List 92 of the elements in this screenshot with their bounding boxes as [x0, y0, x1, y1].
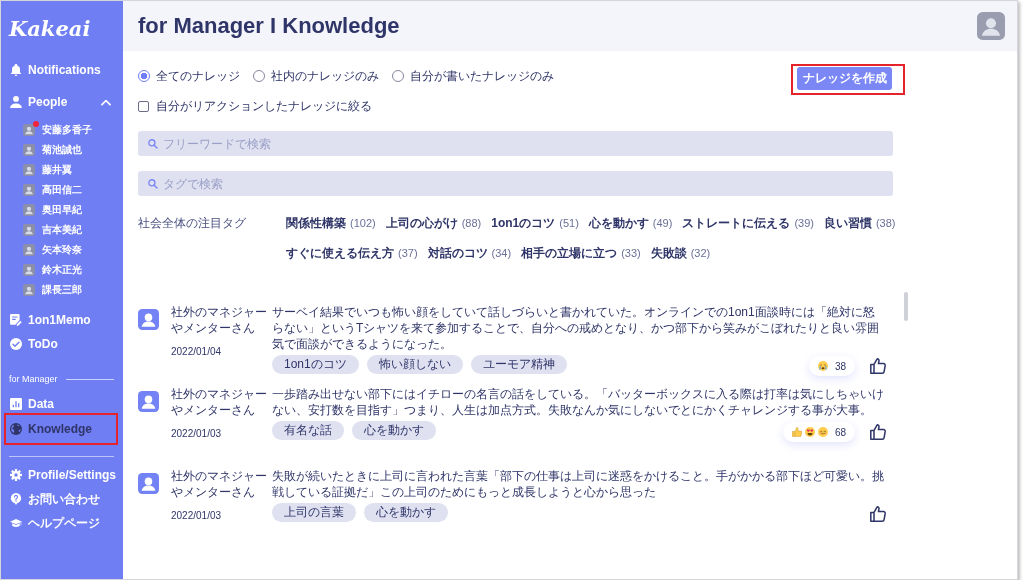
tag-link[interactable]: 関係性構築 (102) — [286, 212, 376, 234]
sidebar-item[interactable]: Notifications — [1, 58, 123, 82]
search-field[interactable]: フリーワードで検索 — [138, 131, 893, 156]
avatar-silhouette-icon — [138, 309, 159, 330]
author-name: 社外のマネジャーやメンターさん — [171, 386, 268, 418]
reaction-pill[interactable]: 68 — [782, 422, 855, 442]
member-item[interactable]: 奥田早紀 — [1, 200, 123, 220]
person-icon — [10, 96, 22, 108]
heart-eyes-face-icon — [804, 427, 815, 437]
thumbs-up-emoji-icon — [791, 427, 802, 437]
tag-chip[interactable]: ユーモア精神 — [470, 355, 567, 374]
sidebar-item[interactable]: People — [1, 90, 123, 114]
smiling-face-icon — [817, 427, 828, 437]
thumbs-up-icon[interactable] — [870, 424, 886, 440]
crying-face-icon — [817, 361, 828, 371]
avatar-silhouette-icon — [23, 144, 35, 156]
avatar-silhouette-icon — [23, 284, 35, 296]
radio-button[interactable] — [392, 70, 404, 82]
avatar-silhouette-icon — [138, 391, 159, 412]
radio-button[interactable] — [253, 70, 265, 82]
tag-chip[interactable]: 上司の言葉 — [272, 503, 356, 522]
tag-link[interactable]: 良い習慣 (38) — [823, 212, 896, 234]
sidebar-item[interactable]: Data — [1, 392, 123, 416]
chevron-icon[interactable] — [101, 98, 111, 106]
document-pen-icon — [10, 314, 22, 326]
member-item[interactable]: 菊池誠也 — [1, 140, 123, 160]
member-item[interactable]: 課長三郎 — [1, 280, 123, 300]
post-date: 2022/01/04 — [171, 345, 222, 359]
tag-chip[interactable]: 1on1のコツ — [272, 355, 359, 374]
member-item[interactable]: 矢本玲奈 — [1, 240, 123, 260]
checkbox[interactable] — [138, 100, 149, 112]
search-icon — [148, 138, 158, 149]
sidebar-item[interactable]: ヘルプページ — [1, 511, 123, 535]
member-item[interactable]: 安藤多香子 — [1, 120, 123, 140]
section-heading: for Manager — [9, 374, 58, 384]
tag-link[interactable]: ストレートに伝える (39) — [682, 212, 814, 234]
checkbox-label: 自分がリアクションしたナレッジに絞る — [156, 97, 372, 115]
knowledge-text: 失敗が続いたときに上司に言われた言葉「部下の仕事は上司に迷惑をかけること。手がかかる部下ほど可愛い。挑戦している証拠だ」この上司のためにもっと成長しようと心から思った — [272, 468, 885, 500]
thumbs-up-icon[interactable] — [870, 358, 886, 374]
avatar-silhouette-icon — [23, 164, 35, 176]
tag-chip[interactable]: 怖い顔しない — [366, 355, 463, 374]
section-label: 社会全体の注目タグ — [138, 215, 247, 232]
globe-icon — [10, 423, 22, 435]
tag-link[interactable]: 1on1のコツ (51) — [491, 212, 579, 234]
avatar-silhouette-icon — [138, 473, 159, 494]
reaction-pill[interactable]: 38 — [808, 356, 855, 376]
avatar-silhouette-icon — [23, 204, 35, 216]
tag-chip[interactable]: 有名な話 — [272, 421, 344, 440]
sidebar-item[interactable]: お問い合わせ — [1, 487, 123, 511]
member-item[interactable]: 藤井翼 — [1, 160, 123, 180]
tag-link[interactable]: 対話のコツ (34) — [427, 242, 512, 264]
radio-label: 自分が書いたナレッジのみ — [410, 67, 554, 85]
tag-link[interactable]: 上司の心がけ (88) — [385, 212, 482, 234]
page-title: for Manager I Knowledge — [138, 13, 400, 39]
tag-link[interactable]: すぐに使える伝え方 (37) — [286, 242, 418, 264]
bell-icon — [10, 64, 22, 76]
knowledge-text: 一歩踏み出せない部下にはイチローの名言の話をしている。「バッターボックスに入る際は打率は気にしちゃいけない、安打数を目指す」つまり、人生は加点方式。失敗なんか気にしないでとにかくチャレンジする事が大事。 — [272, 386, 885, 418]
bar-chart-icon — [10, 398, 22, 410]
graduation-cap-icon — [10, 517, 22, 529]
tag-chip[interactable]: 心を動かす — [364, 503, 448, 522]
avatar-silhouette-icon — [23, 264, 35, 276]
author-name: 社外のマネジャーやメンターさん — [171, 468, 268, 500]
avatar-silhouette-icon — [23, 124, 35, 136]
member-item[interactable]: 鈴木正光 — [1, 260, 123, 280]
avatar-silhouette-icon[interactable] — [976, 12, 1006, 40]
search-field[interactable]: タグで検索 — [138, 171, 893, 196]
knowledge-text: サーベイ結果でいつも怖い顔をしていて話しづらいと書かれていた。オンラインでの1on1面談時には「絶対に怒らない」というTシャツを来て参加することで、自分への戒めとなり、かつ部下から笑みがこぼれたりと良い雰囲気で面談ができるようになった。 — [272, 304, 881, 352]
tag-chip[interactable]: 心を動かす — [352, 421, 436, 440]
sidebar-item[interactable]: Profile/Settings — [1, 463, 123, 487]
avatar-silhouette-icon — [23, 224, 35, 236]
tag-link[interactable]: 相手の立場に立つ (33) — [521, 242, 641, 264]
radio-label: 社内のナレッジのみ — [271, 67, 379, 85]
scrollbar-thumb[interactable] — [904, 292, 908, 321]
help-icon — [10, 493, 22, 505]
search-icon — [148, 178, 158, 189]
radio-label: 全てのナレッジ — [156, 67, 240, 85]
thumbs-up-icon[interactable] — [870, 506, 886, 522]
author-name: 社外のマネジャーやメンターさん — [171, 304, 268, 336]
post-date: 2022/01/03 — [171, 427, 222, 441]
sidebar-item[interactable]: ToDo — [1, 332, 123, 356]
avatar-silhouette-icon — [23, 244, 35, 256]
member-item[interactable]: 吉本美紀 — [1, 220, 123, 240]
settings-icon — [10, 469, 22, 481]
sidebar-item[interactable]: 1on1Memo — [1, 308, 123, 332]
tag-link[interactable]: 失敗談 (32) — [650, 242, 711, 264]
tag-link[interactable]: 心を動かす (49) — [588, 212, 673, 234]
member-item[interactable]: 高田信二 — [1, 180, 123, 200]
radio-button[interactable] — [138, 70, 150, 82]
avatar-silhouette-icon — [23, 184, 35, 196]
logo-text: Kakeai — [9, 15, 91, 43]
post-date: 2022/01/03 — [171, 509, 222, 523]
check-circle-icon — [10, 338, 22, 350]
